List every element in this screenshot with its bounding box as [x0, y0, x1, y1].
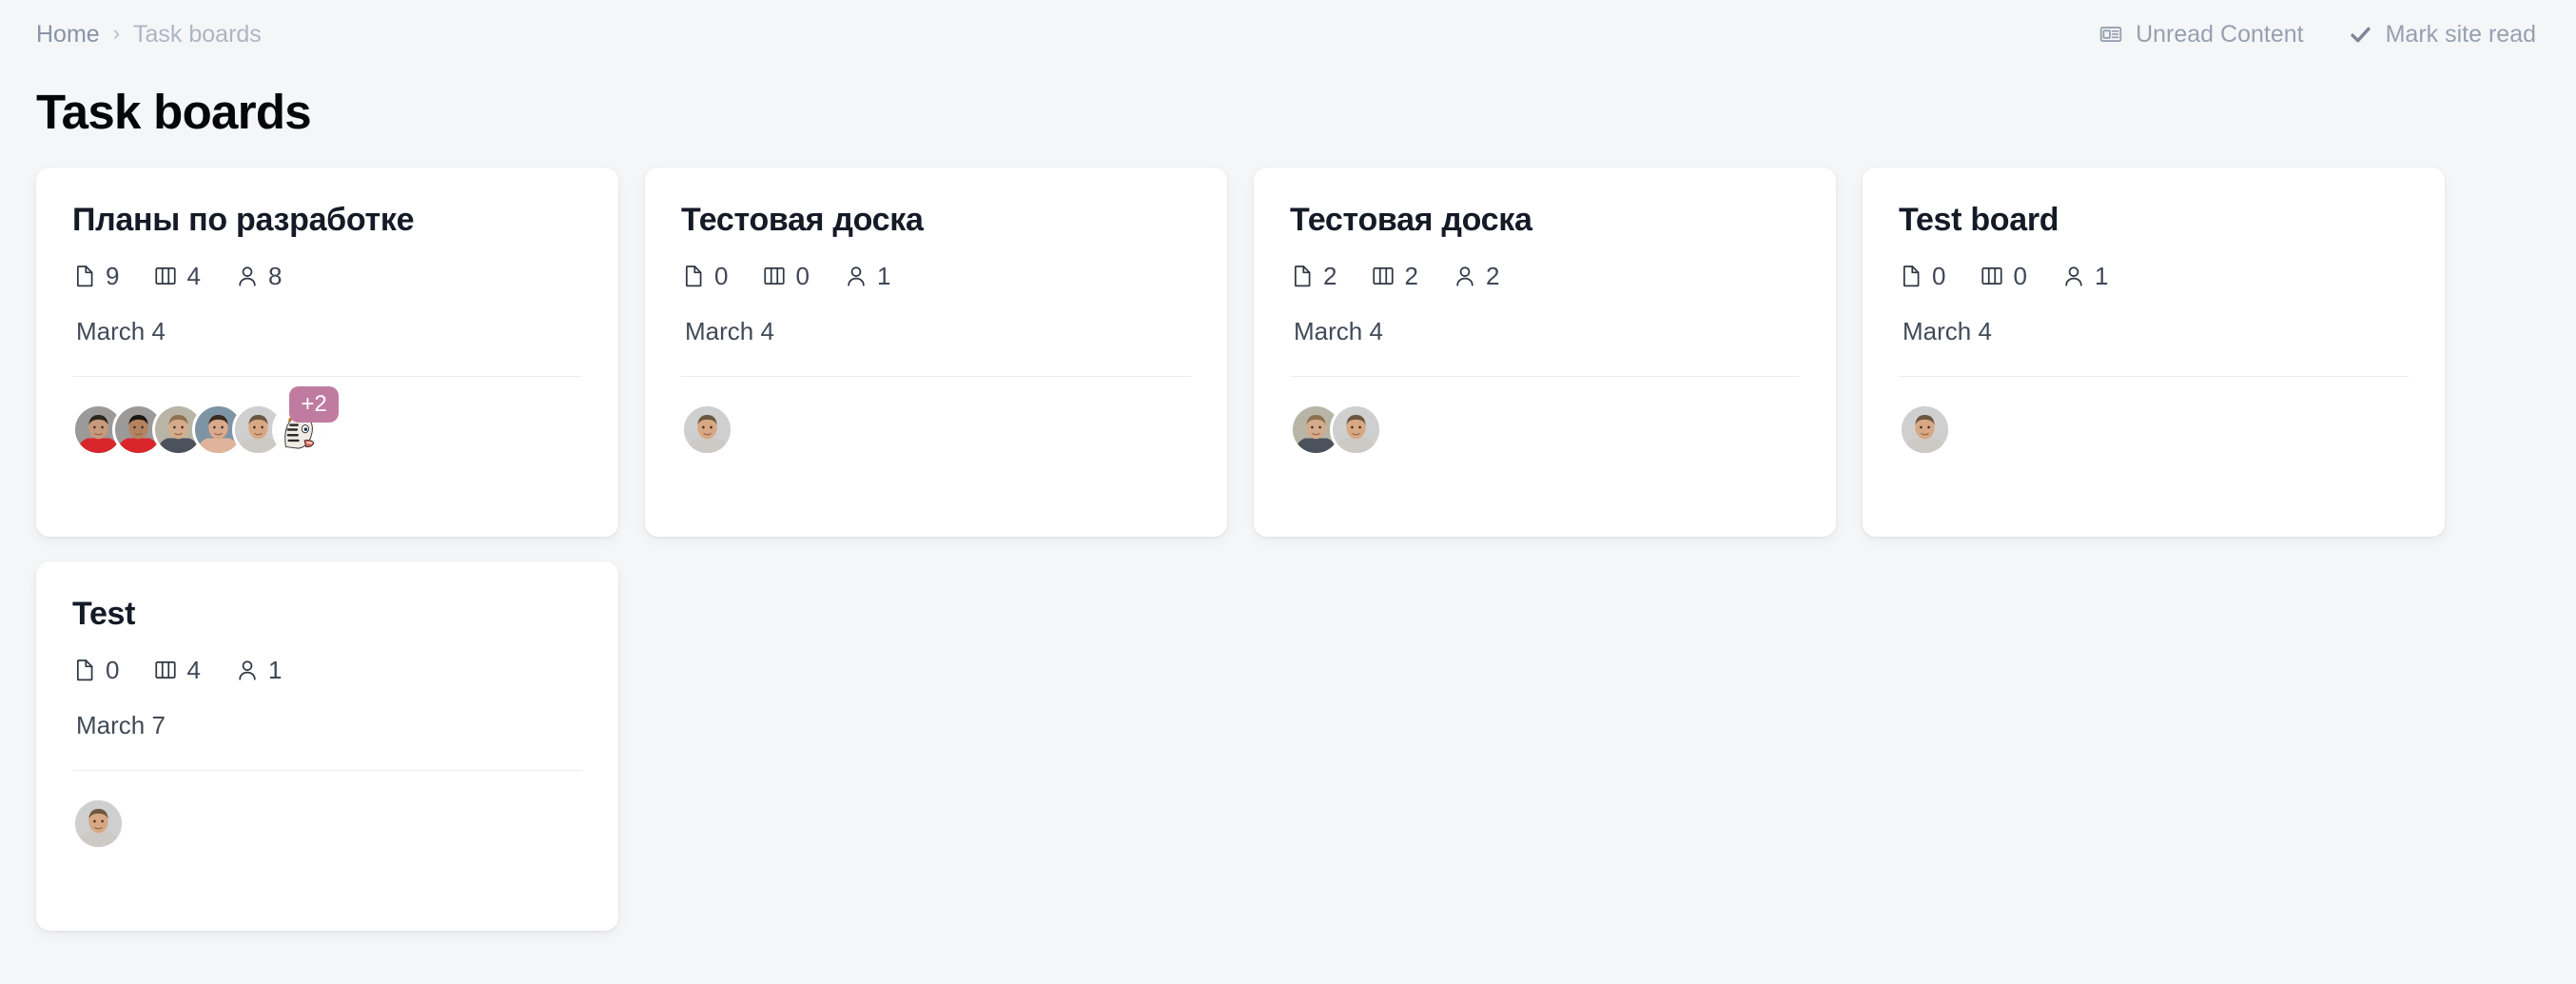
board-title: Тестовая доска	[681, 202, 1191, 239]
board-title: Test board	[1899, 202, 2409, 239]
file-icon	[72, 264, 97, 288]
stat-documents: 0	[681, 264, 728, 288]
board-columns-icon	[1371, 264, 1395, 288]
stat-columns: 4	[153, 264, 200, 288]
mark-site-read-label: Mark site read	[2386, 21, 2536, 49]
board-stats: 0 4 1	[72, 658, 582, 682]
unread-content-label: Unread Content	[2136, 21, 2304, 49]
breadcrumb-separator-icon: ›	[113, 23, 120, 44]
top-bar: Home › Task boards Unread Content	[0, 0, 2576, 69]
card-divider	[1290, 376, 1800, 377]
stat-documents: 0	[72, 658, 119, 682]
user-icon	[235, 264, 260, 288]
stat-documents-value: 9	[106, 264, 119, 288]
stat-members: 1	[2061, 264, 2108, 288]
board-date: March 4	[685, 319, 1191, 344]
stat-members-value: 8	[268, 264, 282, 288]
stat-members: 1	[235, 658, 282, 682]
stat-columns-value: 0	[2013, 264, 2026, 288]
avatar[interactable]	[1330, 403, 1382, 456]
file-icon	[72, 658, 97, 682]
stat-members: 8	[235, 264, 282, 288]
board-title: Test	[72, 596, 582, 633]
stat-columns: 2	[1371, 264, 1417, 288]
card-divider	[72, 376, 582, 377]
board-members-avatars	[72, 797, 582, 855]
board-date: March 4	[76, 319, 582, 344]
board-card[interactable]: Тестовая доска 0 0 1 March 4	[645, 167, 1227, 537]
stat-columns: 0	[1980, 264, 2026, 288]
stat-documents-value: 2	[1323, 264, 1337, 288]
stat-members-value: 1	[268, 658, 282, 682]
board-members-avatars	[1899, 403, 2409, 461]
stat-documents: 9	[72, 264, 119, 288]
stat-columns-value: 4	[186, 264, 200, 288]
stat-members: 2	[1453, 264, 1499, 288]
board-stats: 2 2 2	[1290, 264, 1800, 288]
board-card[interactable]: Планы по разработке 9 4 8 March 4 +2	[36, 167, 618, 537]
stat-members: 1	[844, 264, 890, 288]
file-icon	[1899, 264, 1923, 288]
stat-columns-value: 0	[795, 264, 809, 288]
stat-documents-value: 0	[106, 658, 119, 682]
board-title: Тестовая доска	[1290, 202, 1800, 239]
stat-members-value: 1	[877, 264, 890, 288]
board-members-avatars	[1290, 403, 1800, 461]
user-icon	[1453, 264, 1477, 288]
board-date: March 7	[76, 713, 582, 738]
file-icon	[1290, 264, 1315, 288]
avatar[interactable]	[72, 797, 125, 850]
board-card[interactable]: Test 0 4 1 March 7	[36, 561, 618, 931]
stat-columns: 0	[762, 264, 809, 288]
newspaper-icon	[2098, 22, 2123, 47]
breadcrumb-current: Task boards	[133, 23, 262, 47]
file-icon	[681, 264, 706, 288]
stat-columns-value: 4	[186, 658, 200, 682]
avatar[interactable]	[1899, 403, 1951, 456]
stat-columns-value: 2	[1404, 264, 1417, 288]
board-title: Планы по разработке	[72, 202, 582, 239]
mark-site-read-button[interactable]: Mark site read	[2348, 21, 2536, 49]
card-divider	[72, 770, 582, 771]
page-title: Task boards	[36, 86, 2576, 139]
stat-columns: 4	[153, 658, 200, 682]
board-columns-icon	[153, 658, 178, 682]
board-card[interactable]: Test board 0 0 1 March 4	[1863, 167, 2445, 537]
board-columns-icon	[762, 264, 787, 288]
board-columns-icon	[153, 264, 178, 288]
board-stats: 0 0 1	[681, 264, 1191, 288]
board-members-avatars	[681, 403, 1191, 461]
board-date: March 4	[1294, 319, 1800, 344]
card-divider	[681, 376, 1191, 377]
breadcrumb: Home › Task boards	[36, 23, 262, 47]
stat-documents: 2	[1290, 264, 1337, 288]
stat-members-value: 1	[2095, 264, 2108, 288]
stat-documents-value: 0	[714, 264, 728, 288]
board-stats: 0 0 1	[1899, 264, 2409, 288]
stat-documents: 0	[1899, 264, 1945, 288]
user-icon	[2061, 264, 2086, 288]
board-columns-icon	[1980, 264, 2004, 288]
topbar-actions: Unread Content Mark site read	[2098, 21, 2536, 49]
check-icon	[2348, 22, 2373, 48]
board-stats: 9 4 8	[72, 264, 582, 288]
card-divider	[1899, 376, 2409, 377]
avatar[interactable]	[681, 403, 733, 456]
task-board-grid: Планы по разработке 9 4 8 March 4 +2 Тестовая …	[0, 139, 2576, 931]
user-icon	[235, 658, 260, 682]
board-date: March 4	[1903, 319, 2409, 344]
board-members-avatars: +2	[72, 403, 582, 461]
stat-documents-value: 0	[1932, 264, 1945, 288]
user-icon	[844, 264, 868, 288]
breadcrumb-home-link[interactable]: Home	[36, 23, 100, 47]
stat-members-value: 2	[1486, 264, 1499, 288]
board-card[interactable]: Тестовая доска 2 2 2 March 4	[1254, 167, 1836, 537]
avatar-overflow-badge[interactable]: +2	[289, 386, 339, 423]
unread-content-button[interactable]: Unread Content	[2098, 21, 2304, 49]
